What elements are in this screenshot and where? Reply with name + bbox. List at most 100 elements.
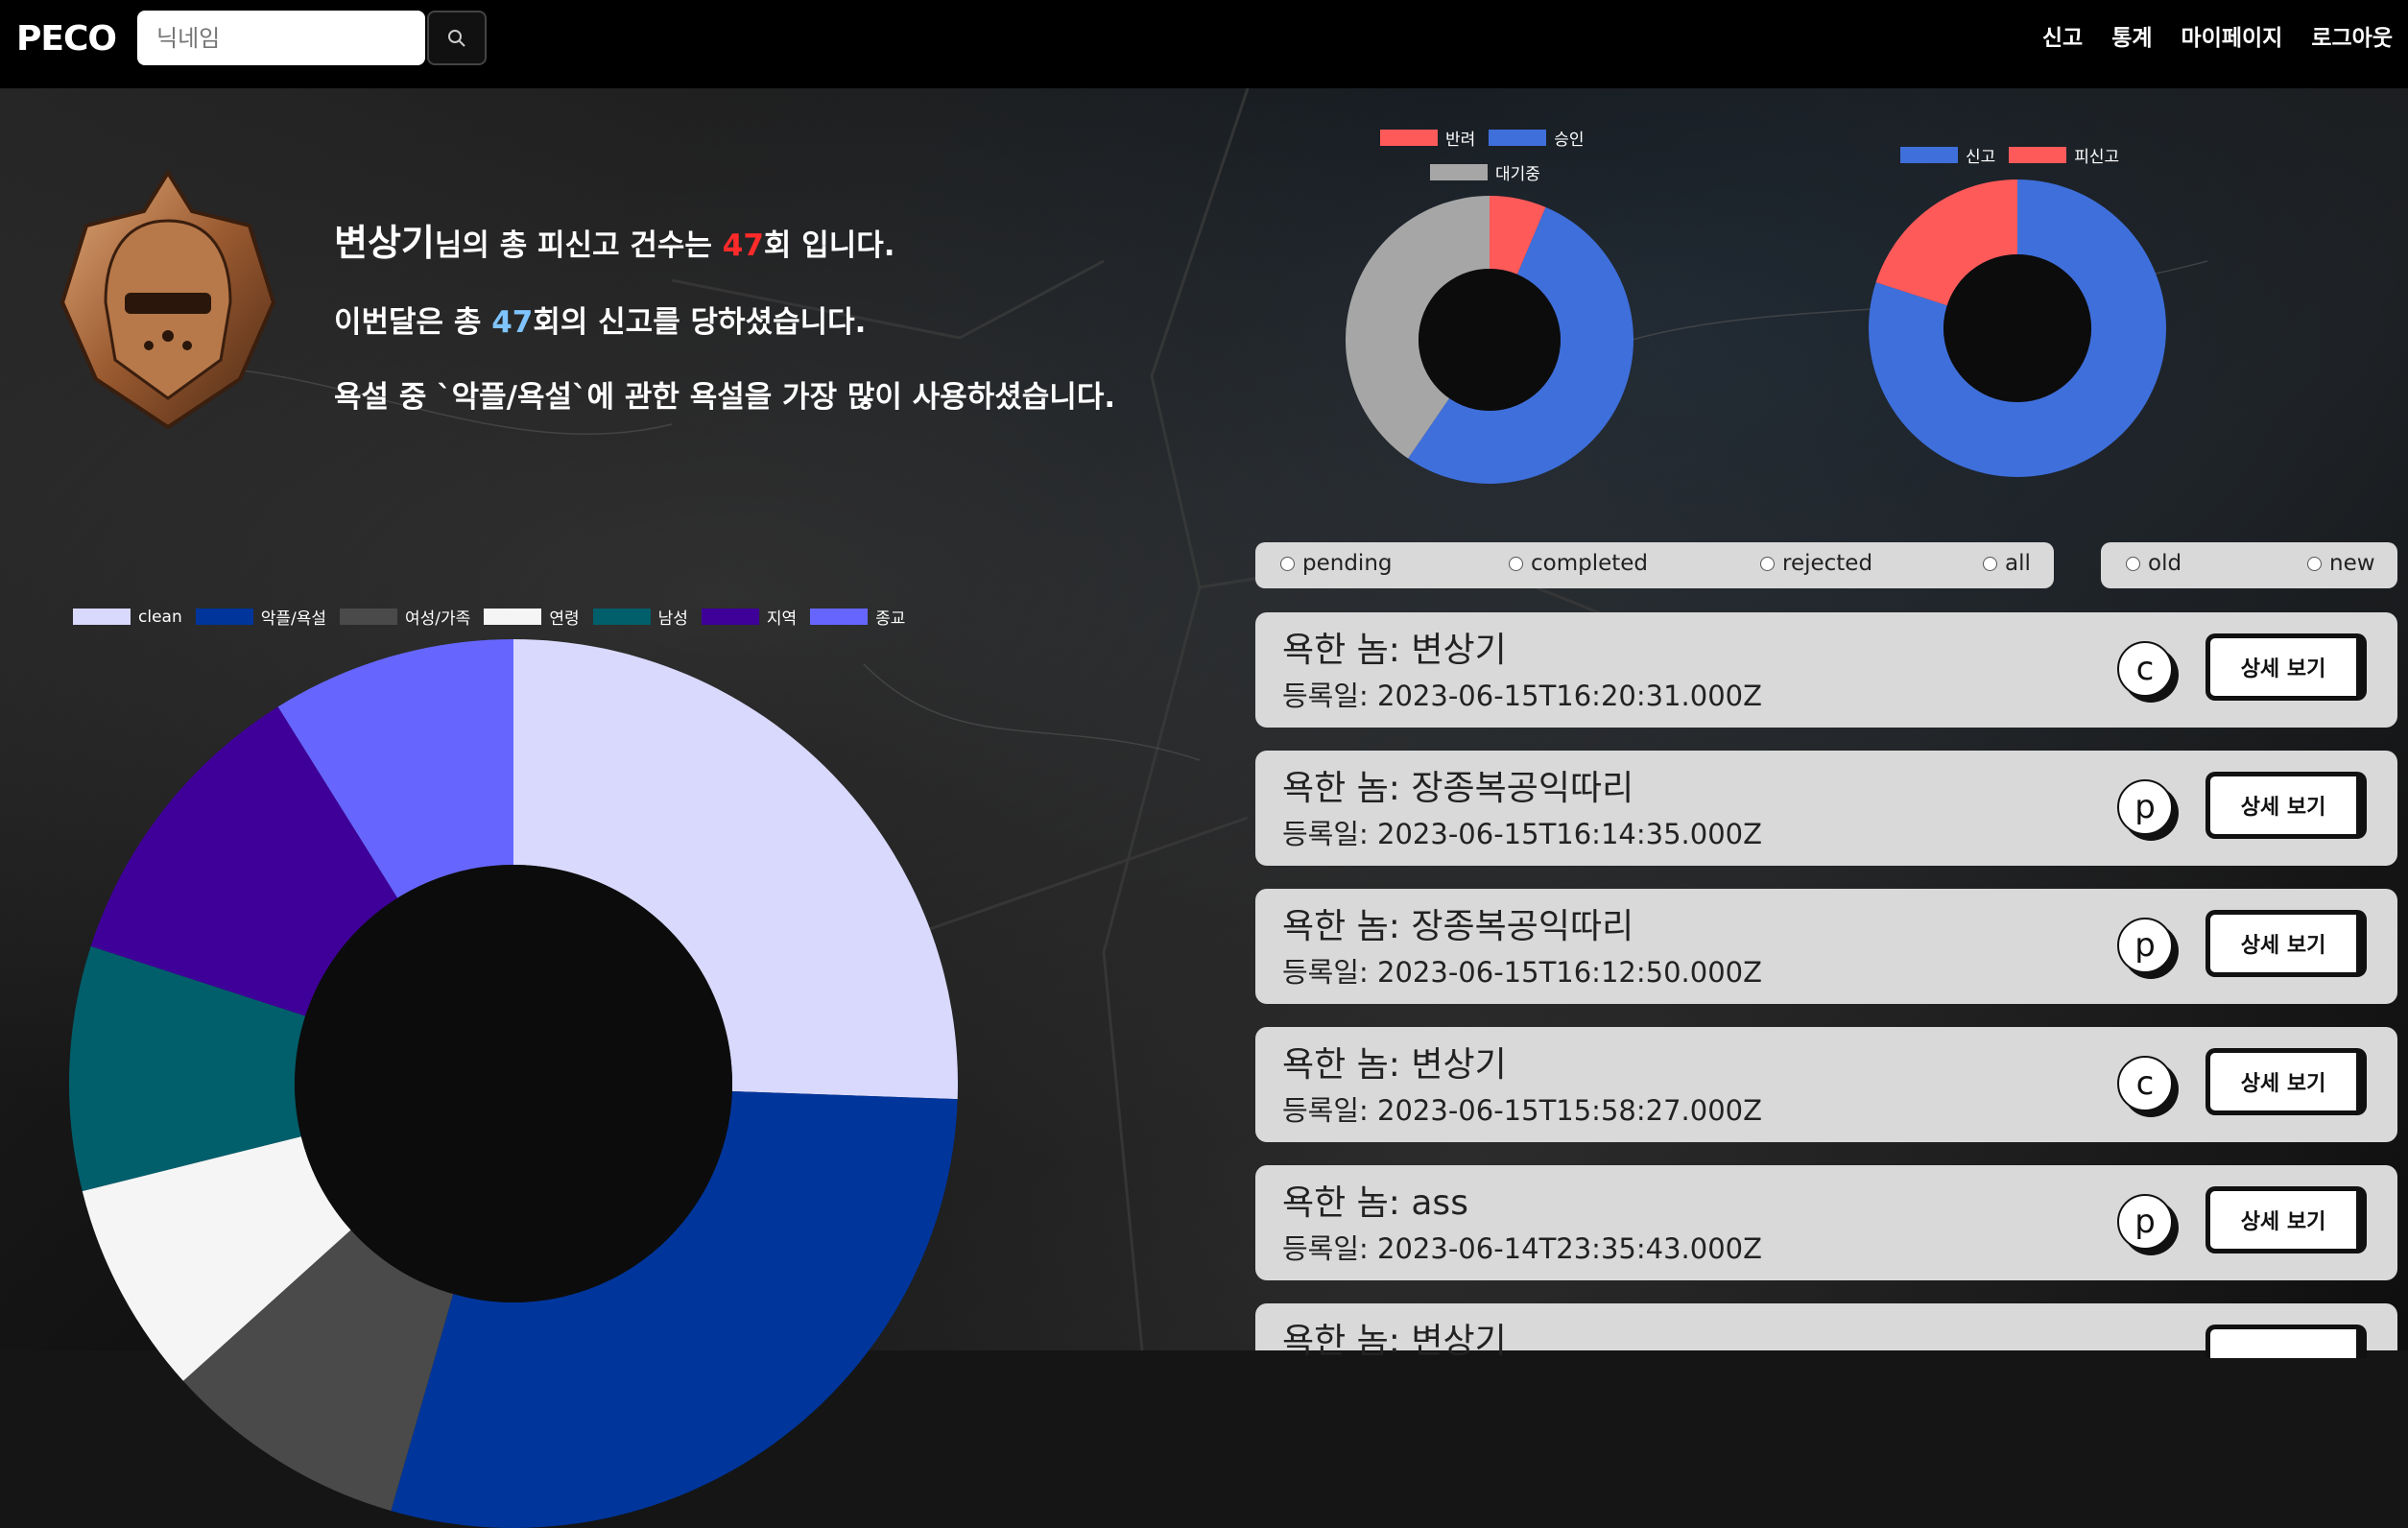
legend-swatch: [592, 609, 651, 625]
summary-month-line: 이번달은 총 47회의 신고를 당하셨습니다.: [334, 298, 1115, 341]
legend-label: clean: [138, 607, 182, 627]
radio-button[interactable]: [2126, 556, 2140, 571]
report-title: 욕한 놈: 장종복공익따리: [1282, 769, 1634, 808]
logo[interactable]: PECO: [16, 19, 117, 59]
status-indicator: c: [2117, 1056, 2173, 1111]
legend-label: 여성/가족: [405, 609, 471, 629]
legend-label: 피신고: [2074, 148, 2120, 167]
category-chart-legend: clean 악플/욕설 여성/가족 연령 남성 지역 종교: [73, 605, 918, 629]
summary-text: 회 입니다.: [763, 228, 895, 263]
report-title: 욕한 놈: 변상기: [1282, 631, 1507, 670]
legend-label: 악플/욕설: [260, 609, 327, 629]
summary-text: 회의 신고를 당하셨습니다.: [533, 305, 867, 340]
legend-label: 대기중: [1495, 165, 1540, 184]
sort-filter-bar: old new: [2101, 542, 2397, 588]
report-card: 욕한 놈: 장종복공익따리 등록일: 2023-06-15T16:12:50.0…: [1255, 889, 2397, 1004]
report-date: 등록일: 2023-06-14T23:35:43.000Z: [1282, 1232, 1762, 1265]
filter-all[interactable]: all: [1983, 551, 2031, 576]
status-indicator: c: [2117, 641, 2173, 697]
legend-label: 승인: [1554, 131, 1585, 150]
radio-button[interactable]: [1760, 556, 1775, 571]
total-count: 47: [722, 228, 764, 263]
radio-button[interactable]: [2307, 556, 2322, 571]
status-chart-legend: 반려 승인: [1380, 126, 1585, 150]
category-donut-chart: [69, 639, 958, 1528]
legend-label: 연령: [549, 609, 580, 629]
sort-new[interactable]: new: [2307, 551, 2375, 576]
detail-button[interactable]: 상세 보기: [2205, 1048, 2367, 1115]
nav-link-logout[interactable]: 로그아웃: [2311, 19, 2393, 52]
status-chart-legend-row2: 대기중: [1430, 160, 1540, 184]
report-card: 욕한 놈: 변상기 등록일: 2023-06-15T16:20:31.000Z …: [1255, 612, 2397, 728]
navbar: PECO 신고 통계 마이페이지 로그아웃: [0, 0, 2408, 88]
month-count: 47: [491, 305, 534, 340]
status-indicator: p: [2117, 1194, 2173, 1250]
status-filter-bar: pending completed rejected all: [1255, 542, 2054, 588]
legend-label: 지역: [766, 609, 798, 629]
radio-button[interactable]: [1509, 556, 1523, 571]
nav-link-mypage[interactable]: 마이페이지: [2182, 19, 2283, 52]
legend-swatch: [2009, 147, 2067, 163]
report-card: 욕한 놈: 변상기 등록일: 2023-06-15T15:58:27.000Z …: [1255, 1027, 2397, 1142]
summary-category-line: 욕설 중 `악플/욕설`에 관한 욕설을 가장 많이 사용하셨습니다.: [334, 380, 1116, 415]
donut-hole: [1943, 254, 2091, 402]
filter-rejected[interactable]: rejected: [1760, 551, 1872, 576]
rank-badge-icon: [60, 169, 276, 430]
report-title: 욕한 놈: 변상기: [1282, 1322, 1507, 1361]
radio-label: rejected: [1782, 551, 1873, 576]
radio-label: completed: [1531, 551, 1649, 576]
radio-label: new: [2329, 551, 2375, 576]
report-card: 욕한 놈: ass 등록일: 2023-06-14T23:35:43.000Z …: [1255, 1165, 2397, 1280]
legend-label: 반려: [1445, 131, 1476, 150]
summary-text: 님의 총 피신고 건수는: [434, 228, 723, 263]
search-button[interactable]: [427, 11, 487, 65]
nav-link-stats[interactable]: 통계: [2111, 19, 2152, 52]
detail-button[interactable]: 상세 보기: [2205, 633, 2367, 701]
legend-swatch: [810, 609, 869, 625]
legend-swatch: [701, 609, 759, 625]
legend-swatch: [1430, 164, 1488, 180]
report-date: 등록일: 2023-06-15T16:20:31.000Z: [1282, 680, 1762, 712]
nav-link-report[interactable]: 신고: [2042, 19, 2083, 52]
donut-hole: [295, 865, 732, 1302]
legend-label: 남성: [657, 609, 688, 629]
legend-label: 신고: [1966, 148, 1996, 167]
radio-label: old: [2148, 551, 2182, 576]
legend-swatch: [484, 609, 542, 625]
status-indicator: p: [2117, 918, 2173, 973]
report-date: 등록일: 2023-06-15T15:58:27.000Z: [1282, 1094, 1762, 1127]
donut-hole: [1419, 269, 1561, 411]
search-input[interactable]: [137, 11, 425, 65]
radio-button[interactable]: [1983, 556, 1997, 571]
report-title: 욕한 놈: 장종복공익따리: [1282, 907, 1634, 946]
radio-button[interactable]: [1280, 556, 1295, 571]
search-icon: [448, 29, 465, 47]
legend-swatch: [1380, 130, 1438, 146]
detail-button[interactable]: 상세 보기: [2205, 910, 2367, 977]
detail-button[interactable]: 상세 보기: [2205, 772, 2367, 839]
status-donut-chart: [1346, 196, 1633, 485]
nickname: 변상기: [334, 222, 435, 264]
legend-swatch: [1900, 147, 1958, 163]
detail-button[interactable]: [2205, 1325, 2367, 1358]
report-card: 욕한 놈: 장종복공익따리 등록일: 2023-06-15T16:14:35.0…: [1255, 751, 2397, 866]
summary: 변상기님의 총 피신고 건수는 47회 입니다. 이번달은 총 47회의 신고를…: [334, 213, 1115, 447]
report-title: 욕한 놈: ass: [1282, 1183, 1468, 1223]
summary-text: 이번달은 총: [334, 305, 492, 340]
summary-total-line: 변상기님의 총 피신고 건수는 47회 입니다.: [334, 213, 1115, 266]
filter-pending[interactable]: pending: [1280, 551, 1393, 576]
radio-label: pending: [1302, 551, 1393, 576]
legend-swatch: [73, 609, 131, 625]
report-chart-legend: 신고 피신고: [1900, 143, 2119, 167]
legend-label: 종교: [875, 609, 906, 629]
report-donut-chart: [1869, 179, 2166, 477]
report-card: 욕한 놈: 변상기: [1255, 1303, 2397, 1361]
report-title: 욕한 놈: 변상기: [1282, 1045, 1507, 1085]
legend-swatch: [1489, 130, 1547, 146]
report-date: 등록일: 2023-06-15T16:12:50.000Z: [1282, 956, 1762, 989]
legend-swatch: [195, 609, 253, 625]
filter-completed[interactable]: completed: [1509, 551, 1648, 576]
sort-old[interactable]: old: [2126, 551, 2182, 576]
legend-swatch: [340, 609, 398, 625]
detail-button[interactable]: 상세 보기: [2205, 1186, 2367, 1253]
